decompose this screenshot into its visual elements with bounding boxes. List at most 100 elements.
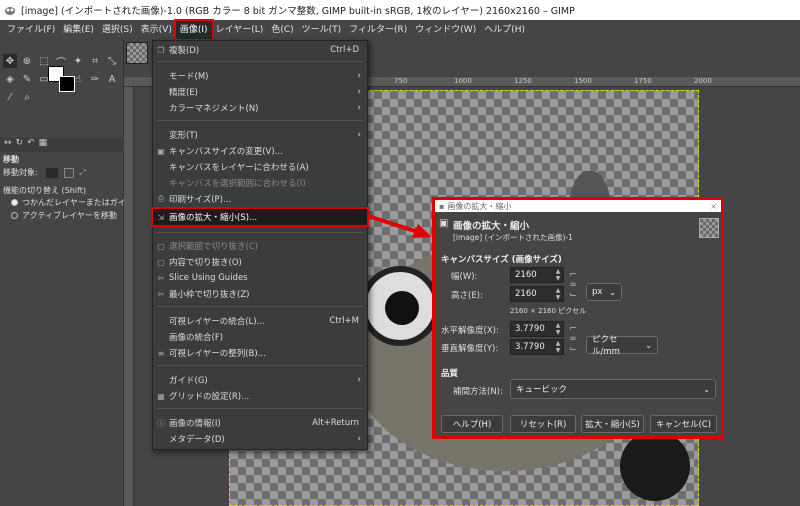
menu-tools[interactable]: ツール(T) [298,21,346,39]
chain-link-icon[interactable]: ⌐ ∞ ⌙ [569,270,577,300]
images-tab[interactable]: ▦ [39,138,48,152]
vertical-ruler[interactable] [124,87,134,506]
height-label: 高さ(E): [451,291,483,301]
submenu-arrow-icon: › [357,375,361,385]
interpolation-select[interactable]: キュービック ⌄ [510,379,716,399]
res-unit-select[interactable]: ピクセル/mm ⌄ [586,335,658,357]
menu-layer[interactable]: レイヤー(L) [212,21,268,39]
align-tool-icon[interactable]: ⊕ [20,54,34,68]
text-tool-icon[interactable]: A [105,72,119,86]
menu-item-duplicate[interactable]: ❐ 複製(D) Ctrl+D [153,42,367,58]
width-spin-icon[interactable]: ▲ ▼ [553,268,563,282]
menu-item-scale-image[interactable]: ⇲ 画像の拡大・縮小(S)... [151,207,369,227]
menu-select[interactable]: 選択(S) [98,21,137,39]
menu-item-label: 画像の情報(I) [169,419,221,429]
yres-spin-icon[interactable]: ▲ ▼ [553,340,563,354]
menu-image[interactable]: 画像(I) [173,19,214,41]
menu-separator [157,306,363,307]
target-layer-icon[interactable] [46,167,59,178]
menu-filters[interactable]: フィルター(R) [345,21,411,39]
menu-edit[interactable]: 編集(E) [59,21,98,39]
device-status-tab[interactable]: ↻ [16,138,24,152]
menu-item-crop-content[interactable]: ▢ 内容で切り抜き(O) [153,254,367,270]
menu-item-label: モード(M) [169,72,209,82]
yres-label: 垂直解像度(Y): [441,344,499,354]
menu-item-flatten[interactable]: 画像の統合(F) [153,329,367,345]
menu-item-align-layers[interactable]: ≡ 可視レイヤーの整列(B)... [153,345,367,361]
menu-item-fit-canvas-selection: キャンバスを選択範囲に合わせる(I) [153,175,367,191]
menu-item-merge-visible[interactable]: 可視レイヤーの統合(L)... Ctrl+M [153,313,367,329]
radio-active[interactable] [11,212,18,219]
height-input[interactable]: 2160 ▲ ▼ [510,286,564,302]
res-chain-link-icon[interactable]: ⌐ ∞ ⌙ [569,324,577,354]
help-button[interactable]: ヘルプ(H) [441,415,503,433]
xres-spin-icon[interactable]: ▲ ▼ [553,322,563,336]
image-thumbnail[interactable] [126,42,148,64]
menu-separator [157,365,363,366]
menu-item-label: グリッドの設定(R)... [169,392,250,402]
menu-item-zealous-crop[interactable]: ✂ 最小枠で切り抜き(Z) [153,286,367,302]
menu-file[interactable]: ファイル(F) [3,21,59,39]
bucket-icon[interactable]: ◈ [3,72,17,86]
tool-options-tab[interactable]: ↔ [4,138,12,152]
submenu-arrow-icon: › [357,103,361,113]
undo-history-tab[interactable]: ↶ [27,138,35,152]
scale-tool-icon[interactable]: ⤡ [105,54,119,68]
path-icon[interactable]: ✑ [88,72,102,86]
background-color[interactable] [59,76,75,92]
height-spin-icon[interactable]: ▲ ▼ [553,287,563,301]
dialog-subheading: [image] (インポートされた画像)-1 [453,233,573,242]
menu-colors[interactable]: 色(C) [267,21,297,39]
yres-input[interactable]: 3.7790 ▲ ▼ [510,339,564,355]
menu-item-label: 内容で切り抜き(O) [169,258,242,268]
slice-icon: ✂ [157,273,165,283]
yres-value: 3.7790 [515,342,545,352]
reset-button[interactable]: リセット(R) [510,415,576,433]
radio-pick[interactable] [11,199,18,206]
close-icon[interactable]: × [710,202,717,211]
width-input[interactable]: 2160 ▲ ▼ [510,267,564,283]
paint-icon[interactable]: ✎ [20,72,34,86]
zoom-icon[interactable]: ⌕ [20,90,34,104]
size-note: 2160 × 2160 ピクセル [510,307,587,315]
ruler-label: 1250 [514,77,532,85]
menu-item-guides[interactable]: ガイド(G) › [153,372,367,388]
menu-item-print-size[interactable]: ⎙ 印刷サイズ(P)... [153,191,367,207]
menu-item-mode[interactable]: モード(M) › [153,68,367,84]
menu-item-label: キャンバスをレイヤーに合わせる(A) [169,163,309,173]
menu-item-color-management[interactable]: カラーマネジメント(N) › [153,100,367,116]
xres-input[interactable]: 3.7790 ▲ ▼ [510,321,564,337]
eyedropper-icon[interactable]: ⁄ [3,90,17,104]
menu-item-label: 画像の拡大・縮小(S)... [169,213,258,223]
crop-icon: ▢ [157,241,165,251]
menu-item-label: 精度(E) [169,88,199,98]
menu-windows[interactable]: ウィンドウ(W) [411,21,480,39]
menu-item-metadata[interactable]: メタデータ(D) › [153,431,367,447]
menu-item-precision[interactable]: 精度(E) › [153,84,367,100]
option-pick[interactable]: つかんだレイヤーまたはガイド [3,197,134,208]
move-tool-icon[interactable]: ✥ [3,54,17,68]
cancel-button[interactable]: キャンセル(C) [650,415,717,433]
menu-item-label: メタデータ(D) [169,435,225,445]
target-path-icon[interactable]: ⤢ [79,168,89,178]
fg-bg-colors[interactable] [48,66,78,96]
menu-item-label: 最小枠で切り抜き(Z) [169,290,250,300]
menu-item-grid[interactable]: ▦ グリッドの設定(R)... [153,388,367,404]
unit-select[interactable]: px ⌄ [586,283,622,301]
menu-view[interactable]: 表示(V) [137,21,176,39]
scale-button[interactable]: 拡大・縮小(S) [581,415,644,433]
dialog-heading: 画像の拡大・縮小 [453,221,530,232]
section-canvas-size: キャンバスサイズ (画像サイズ) [441,255,562,265]
menu-item-image-info[interactable]: ⓘ 画像の情報(I) Alt+Return [153,415,367,431]
zealous-crop-icon: ✂ [157,289,165,299]
menu-item-slice-guides[interactable]: ✂ Slice Using Guides [153,270,367,286]
menu-item-canvas-size[interactable]: ▣ キャンバスサイズの変更(V)... [153,143,367,159]
crop-tool-icon[interactable]: ⌗ [88,54,102,68]
option-active[interactable]: アクティブレイヤーを移動 [3,210,117,221]
dialog-titlebar: ▪ 画像の拡大・縮小 × [435,200,721,212]
unit-value: px [592,287,603,297]
menu-help[interactable]: ヘルプ(H) [480,21,529,39]
menu-item-transform[interactable]: 変形(T) › [153,127,367,143]
menu-item-fit-canvas-layers[interactable]: キャンバスをレイヤーに合わせる(A) [153,159,367,175]
target-selection-icon[interactable] [63,167,74,178]
